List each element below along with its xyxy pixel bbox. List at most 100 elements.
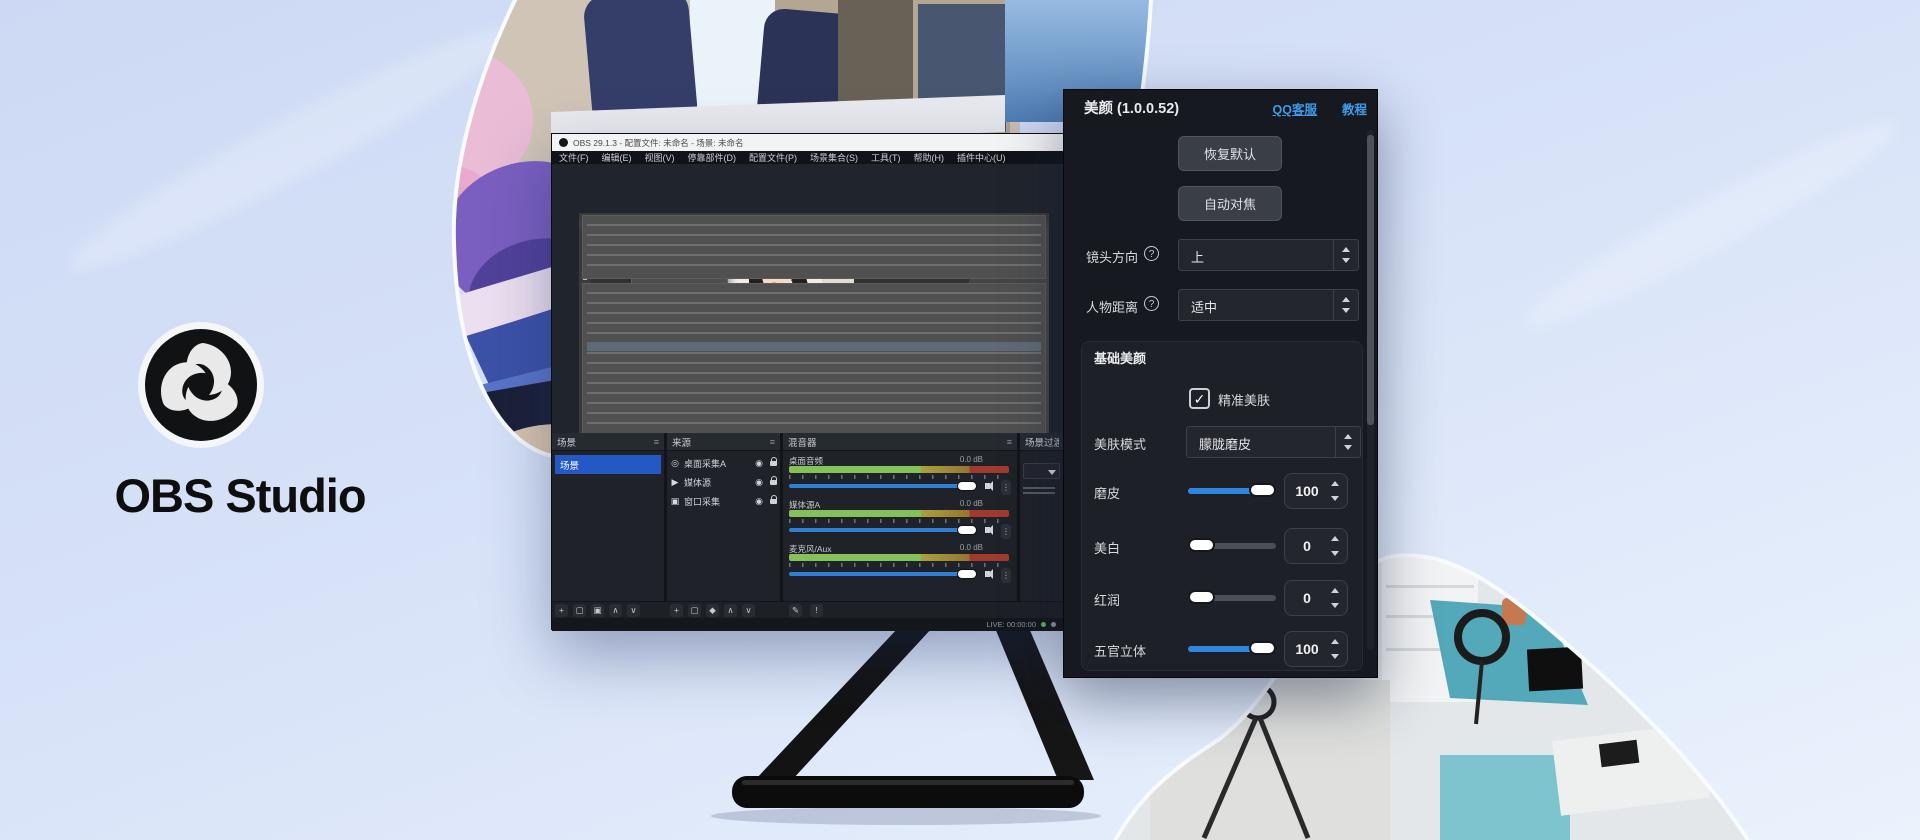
transition-select[interactable] (1023, 463, 1060, 479)
subject-distance-select[interactable]: 适中 (1178, 289, 1359, 321)
obs-logo (138, 322, 264, 448)
obs-statusbar: LIVE: 00:00:00 (552, 618, 1064, 631)
rosy-slider[interactable] (1188, 595, 1276, 601)
spin-down-icon[interactable] (1331, 654, 1339, 659)
menu-file[interactable]: 文件(F) (559, 151, 589, 164)
channel-options-button[interactable]: ⋮ (1001, 568, 1011, 583)
qq-support-link[interactable]: QQ客服 (1273, 99, 1317, 118)
volume-meter (789, 510, 1009, 517)
menu-tools[interactable]: 工具(T) (871, 151, 901, 164)
obs-menubar: 文件(F) 编辑(E) 视图(V) 停靠部件(D) 配置文件(P) 场景集合(S… (552, 151, 1064, 164)
obs-titlebar[interactable]: OBS 29.1.3 - 配置文件: 未命名 - 场景: 未命名 (552, 134, 1064, 151)
visibility-icon[interactable]: ◉ (755, 496, 763, 507)
help-icon[interactable]: ? (1144, 246, 1159, 261)
skin-mode-select[interactable]: 朦胧磨皮 (1186, 426, 1361, 458)
autofocus-button[interactable]: 自动对焦 (1178, 186, 1282, 221)
lock-icon[interactable] (770, 499, 777, 504)
visibility-icon[interactable]: ◉ (755, 477, 763, 488)
speaker-icon[interactable] (985, 527, 990, 533)
source-properties-button[interactable]: ◆ (706, 604, 719, 617)
mixer-alert-button[interactable]: ! (810, 604, 823, 617)
spin-up-icon[interactable] (1331, 639, 1339, 644)
volume-meter (789, 466, 1009, 473)
spin-down-icon[interactable] (1331, 603, 1339, 608)
spin-up-icon[interactable] (1331, 588, 1339, 593)
select-chevrons-icon[interactable] (1333, 290, 1358, 320)
whitening-value-spinner[interactable]: 0 (1284, 528, 1348, 564)
live-timer: LIVE: 00:00:00 (986, 620, 1036, 629)
slider-handle[interactable] (1249, 483, 1276, 497)
transition-duration-stub (1023, 487, 1055, 495)
duplicate-scene-button[interactable]: ▣ (591, 604, 604, 617)
mixer-channel-db: 0.0 dB (960, 455, 983, 464)
smooth-value-spinner[interactable]: 100 (1284, 473, 1348, 509)
transitions-dock: 场景过渡 (1020, 433, 1064, 601)
mixer-dock-title: 混音器 (788, 435, 817, 449)
lock-icon[interactable] (770, 461, 777, 466)
channel-options-button[interactable]: ⋮ (1001, 524, 1011, 539)
whitening-slider[interactable] (1188, 543, 1276, 549)
add-source-button[interactable]: + (670, 604, 683, 617)
volume-slider[interactable] (789, 572, 967, 576)
docks-footer: + ▢ ▣ ∧ ∨ + ▢ ◆ ∧ ∨ ✎ ! (552, 601, 1064, 619)
menu-edit[interactable]: 编辑(E) (602, 151, 632, 164)
menu-scene-collection[interactable]: 场景集合(S) (810, 151, 858, 164)
scene-down-button[interactable]: ∨ (627, 604, 640, 617)
dock-menu-icon[interactable]: ≡ (770, 437, 775, 447)
source-row[interactable]: ▣ 窗口采集 ◉ (670, 493, 777, 510)
precise-skin-checkbox[interactable]: ✓ (1189, 388, 1210, 409)
obs-wordmark: OBS Studio (50, 468, 430, 532)
speaker-icon[interactable] (985, 571, 990, 577)
source-down-button[interactable]: ∨ (742, 604, 755, 617)
menu-view[interactable]: 视图(V) (645, 151, 675, 164)
remove-scene-button[interactable]: ▢ (573, 604, 586, 617)
slider-handle[interactable] (1249, 641, 1276, 655)
add-scene-button[interactable]: + (555, 604, 568, 617)
slider-handle[interactable] (1188, 538, 1215, 552)
dock-menu-icon[interactable]: ≡ (1007, 437, 1012, 447)
source-up-button[interactable]: ∧ (724, 604, 737, 617)
smoothing-slider[interactable] (1188, 488, 1276, 494)
menu-plugin-center[interactable]: 插件中心(U) (957, 151, 1006, 164)
select-chevrons-icon[interactable] (1335, 427, 1360, 457)
camera-direction-select[interactable]: 上 (1178, 239, 1359, 271)
remove-source-button[interactable]: ▢ (688, 604, 701, 617)
volume-slider[interactable] (789, 528, 967, 532)
obs-docks: 场景≡ 场景 来源≡ ◎ 桌面采集A ◉ ▶ 媒体源 ◉ ▣ 窗口采集 ◉ (552, 433, 1064, 601)
rosy-value-spinner[interactable]: 0 (1284, 580, 1348, 616)
face-3d-slider[interactable] (1188, 646, 1276, 652)
volume-slider-handle[interactable] (957, 525, 977, 535)
select-chevrons-icon[interactable] (1333, 240, 1358, 270)
camera-direction-label: 镜头方向 (1086, 247, 1138, 266)
spin-up-icon[interactable] (1331, 536, 1339, 541)
tutorial-link[interactable]: 教程 (1342, 99, 1367, 118)
mixer-filter-button[interactable]: ✎ (789, 604, 802, 617)
spin-down-icon[interactable] (1331, 551, 1339, 556)
source-row[interactable]: ▶ 媒体源 ◉ (670, 474, 777, 491)
channel-options-button[interactable]: ⋮ (1001, 480, 1011, 495)
face-3d-value-spinner[interactable]: 100 (1284, 631, 1348, 667)
scene-item-selected[interactable]: 场景 (555, 455, 661, 474)
menu-profile[interactable]: 配置文件(P) (749, 151, 797, 164)
panel-scrollbar-thumb[interactable] (1367, 135, 1374, 425)
window-capture-icon: ▣ (670, 496, 680, 507)
menu-docks[interactable]: 停靠部件(D) (688, 151, 737, 164)
volume-slider[interactable] (789, 484, 967, 488)
spin-down-icon[interactable] (1331, 496, 1339, 501)
volume-slider-handle[interactable] (957, 481, 977, 491)
dock-menu-icon[interactable]: ≡ (654, 437, 659, 447)
volume-slider-handle[interactable] (957, 569, 977, 579)
slider-handle[interactable] (1188, 590, 1215, 604)
menu-help[interactable]: 帮助(H) (914, 151, 945, 164)
ps-layers-selected-row (587, 342, 1041, 351)
face-3d-label: 五官立体 (1094, 641, 1146, 660)
visibility-icon[interactable]: ◉ (755, 458, 763, 469)
source-row[interactable]: ◎ 桌面采集A ◉ (670, 455, 777, 472)
monitor-stand (711, 628, 1101, 825)
lock-icon[interactable] (770, 480, 777, 485)
speaker-icon[interactable] (985, 483, 990, 489)
scene-up-button[interactable]: ∧ (609, 604, 622, 617)
help-icon[interactable]: ? (1144, 296, 1159, 311)
spin-up-icon[interactable] (1331, 481, 1339, 486)
restore-default-button[interactable]: 恢复默认 (1178, 136, 1282, 171)
